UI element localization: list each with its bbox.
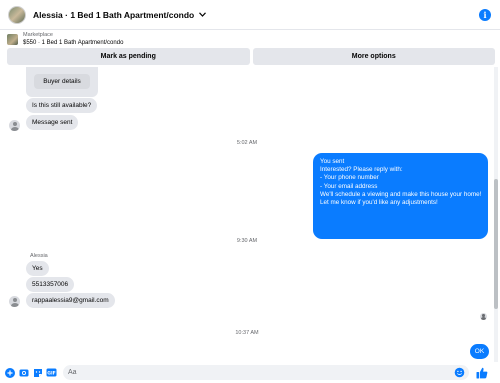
- seen-receipt-icon: [480, 313, 487, 320]
- user-avatar-icon: [9, 296, 20, 307]
- timestamp: 5:02 AM: [236, 140, 258, 146]
- conversation-area[interactable]: Buyer details Is this still available? M…: [0, 67, 500, 362]
- listing-thumbnail: [7, 33, 18, 45]
- chat-header: Alessia · 1 Bed 1 Bath Apartment/condo i: [0, 0, 500, 30]
- message-line: You sent: [320, 158, 345, 165]
- message-bubble[interactable]: Yes: [26, 261, 49, 276]
- mark-as-pending-button[interactable]: Mark as pending: [7, 48, 250, 65]
- message-bubble[interactable]: Message sent: [26, 115, 79, 130]
- svg-text:GIF: GIF: [47, 370, 55, 376]
- message-bubble[interactable]: Is this still available?: [26, 98, 98, 113]
- emoji-icon[interactable]: [454, 367, 465, 378]
- info-icon[interactable]: i: [479, 8, 491, 21]
- message-input-wrapper: [63, 365, 469, 380]
- buyer-details-card: Buyer details: [26, 67, 98, 97]
- gif-icon[interactable]: GIF: [46, 367, 57, 378]
- listing-actions: Mark as pending More options: [7, 48, 495, 65]
- message-line: Let me know if you'd like any adjustment…: [320, 199, 438, 207]
- message-line: - Your email address: [320, 182, 378, 190]
- message-line: We'll schedule a viewing and make this h…: [320, 190, 482, 198]
- more-options-button[interactable]: More options: [252, 48, 495, 65]
- buyer-details-button[interactable]: Buyer details: [34, 74, 90, 89]
- outgoing-message-bubble[interactable]: OK: [470, 344, 489, 359]
- outgoing-message-bubble[interactable]: You sent Interested? Please reply with: …: [313, 153, 488, 239]
- sticker-icon[interactable]: [32, 367, 43, 378]
- message-line: Interested? Please reply with:: [320, 166, 403, 174]
- message-bubble[interactable]: rappaalessia9@gmail.com: [26, 293, 115, 308]
- listing-title: $550 · 1 Bed 1 Bath Apartment/condo: [23, 40, 124, 46]
- camera-icon[interactable]: [18, 367, 29, 378]
- message-line: - Your phone number: [320, 174, 379, 182]
- user-avatar-icon: [9, 120, 20, 131]
- scrollbar[interactable]: [494, 67, 498, 362]
- message-composer: GIF: [0, 362, 500, 383]
- timestamp: 9:30 AM: [236, 238, 258, 244]
- timestamp: 10:37 AM: [235, 330, 259, 336]
- thumbs-up-icon[interactable]: [476, 367, 488, 379]
- avatar[interactable]: [8, 5, 26, 24]
- message-bubble[interactable]: 5513357006: [26, 277, 75, 292]
- scrollbar-thumb[interactable]: [494, 179, 498, 309]
- chat-title[interactable]: Alessia · 1 Bed 1 Bath Apartment/condo: [33, 10, 194, 20]
- sender-name: Alessia: [30, 253, 48, 259]
- chevron-down-icon[interactable]: [198, 11, 206, 19]
- marketplace-listing[interactable]: Marketplace $550 · 1 Bed 1 Bath Apartmen…: [0, 30, 500, 48]
- message-input[interactable]: [68, 369, 448, 376]
- marketplace-label: Marketplace: [23, 32, 53, 38]
- plus-icon[interactable]: [4, 367, 15, 378]
